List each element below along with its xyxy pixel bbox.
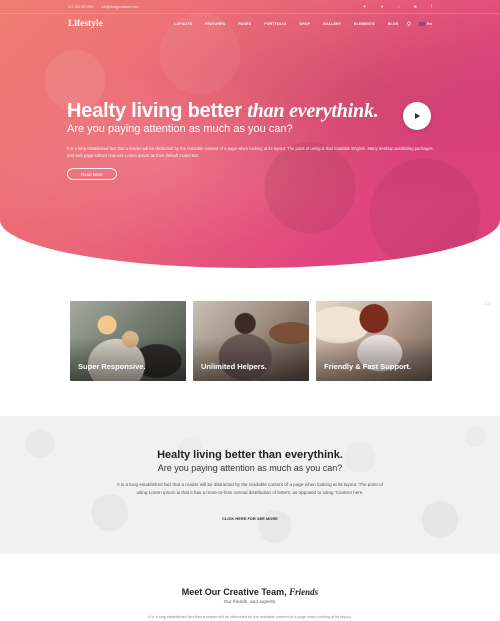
team-title: Meet Our Creative Team, Friends	[0, 587, 500, 597]
flag-icon	[419, 22, 426, 26]
nav-item-blog[interactable]: BLOG	[388, 22, 399, 26]
team-paragraph: It is a long established fact that a rea…	[148, 614, 352, 619]
feature-card-support[interactable]: Friendly & Fast Support.	[316, 301, 432, 381]
promo-title: Healty living better than everythink.	[157, 449, 343, 461]
main-navbar: Lifestyle LAYOUTS FEATURES PAGES PORTFOL…	[0, 14, 500, 34]
site-logo[interactable]: Lifestyle	[68, 19, 103, 29]
nav-item-gallery[interactable]: GALLERY	[323, 22, 341, 26]
nav-item-layouts[interactable]: LAYOUTS	[174, 22, 192, 26]
team-title-main: Meet Our Creative Team,	[181, 587, 290, 597]
hero-title-main: Healty living better	[67, 100, 248, 122]
nav-item-shop[interactable]: SHOP	[299, 22, 310, 26]
language-selector[interactable]: En	[419, 22, 432, 26]
twitter-icon[interactable]: ✦	[363, 4, 367, 10]
hero-subtitle: Are you paying attention as much as you …	[67, 123, 293, 135]
feature-card-responsive[interactable]: Super Responsive.	[70, 301, 186, 381]
nav-item-portfolio[interactable]: PORTFOLIO	[264, 22, 286, 26]
play-icon	[415, 113, 421, 119]
read-more-button[interactable]: Read More	[67, 168, 117, 180]
play-video-button[interactable]	[403, 102, 431, 130]
facebook-icon[interactable]: f	[431, 4, 432, 10]
pinterest-icon[interactable]: ●	[381, 4, 384, 10]
contact-info: 011 234 567 890 info@designzthame.com	[68, 5, 139, 9]
nav-menu: LAYOUTS FEATURES PAGES PORTFOLIO SHOP GA…	[174, 22, 399, 26]
feature-cards: Super Responsive. Unlimited Helpers. Fri…	[70, 301, 432, 381]
linkedin-icon[interactable]: ■	[414, 4, 417, 10]
feature-label: Friendly & Fast Support.	[324, 362, 412, 371]
hero-title-emphasis: than everythink.	[247, 100, 379, 122]
team-title-emphasis: Friends	[289, 587, 319, 597]
nav-item-elements[interactable]: ELEMENTS	[354, 22, 375, 26]
nav-item-features[interactable]: FEATURES	[205, 22, 225, 26]
see-more-link[interactable]: CLICK HERE FOR SEE MORE	[0, 517, 500, 521]
feature-label: Unlimited Helpers.	[201, 362, 267, 371]
phone-number: 011 234 567 890	[68, 4, 94, 9]
feature-card-helpers[interactable]: Unlimited Helpers.	[193, 301, 309, 381]
hero-paragraph: It is a long established fact that a rea…	[67, 146, 433, 158]
top-bar: 011 234 567 890 info@designzthame.com ✦ …	[0, 0, 500, 14]
team-subtitle: Our friends, and experts.	[223, 600, 277, 605]
email-link[interactable]: info@designzthame.com	[101, 5, 138, 9]
feature-label: Super Responsive.	[78, 362, 146, 371]
instagram-icon[interactable]: ○	[397, 4, 400, 10]
promo-subtitle: Are you paying attention as much as you …	[157, 463, 343, 473]
hero-title: Healty living better than everythink.	[67, 100, 379, 123]
hero-section: 011 234 567 890 info@designzthame.com ✦ …	[0, 0, 500, 268]
nav-item-pages[interactable]: PAGES	[238, 22, 251, 26]
social-links: ✦ ● ○ ■ f	[363, 4, 432, 10]
promo-paragraph: It is a long established fact that a rea…	[117, 482, 383, 495]
search-icon[interactable]: ⚲	[407, 21, 411, 28]
language-label: En	[427, 22, 432, 26]
chat-icon[interactable]: ▭	[483, 298, 492, 307]
